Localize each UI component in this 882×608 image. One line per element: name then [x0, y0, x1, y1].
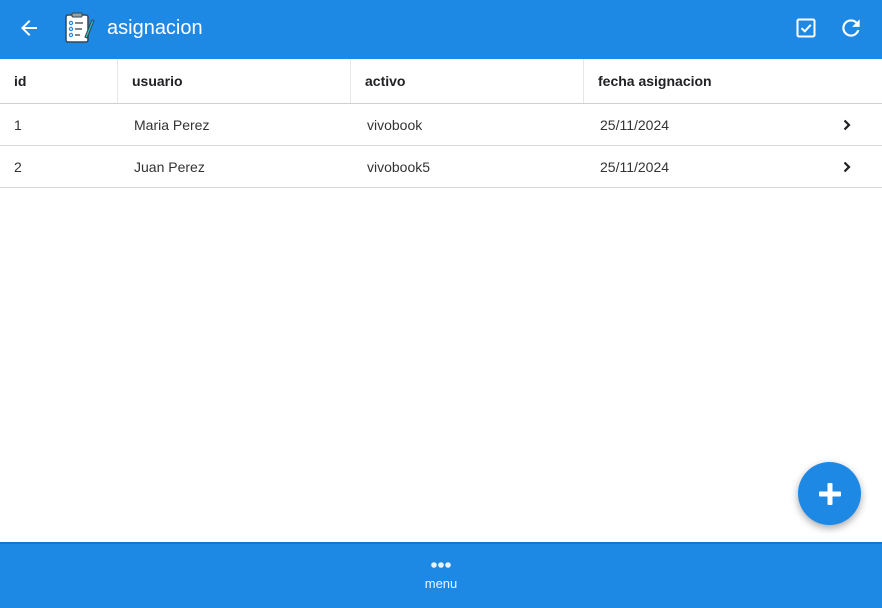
select-mode-button[interactable]	[790, 12, 822, 44]
cell-activo: vivobook	[367, 117, 423, 133]
arrow-left-icon	[21, 20, 37, 36]
cell-fecha: 25/11/2024	[600, 117, 670, 133]
page-title: asignacion	[107, 17, 203, 39]
table-header: id usuario activo fecha asignacion	[0, 59, 882, 104]
chevron-right-icon[interactable]	[840, 104, 854, 146]
refresh-button[interactable]	[835, 12, 867, 44]
table-row[interactable]: 2 Juan Perez vivobook5 25/11/2024	[0, 146, 882, 188]
chevron-right-icon[interactable]	[840, 146, 854, 188]
back-button[interactable]	[13, 12, 45, 44]
cell-fecha: 25/11/2024	[600, 159, 670, 175]
column-header-id[interactable]: id	[0, 59, 118, 103]
more-dots-icon	[431, 562, 451, 568]
column-header-fecha-asignacion[interactable]: fecha asignacion	[584, 59, 882, 103]
cell-usuario: Maria Perez	[134, 117, 210, 133]
menu-label: menu	[424, 576, 458, 591]
column-header-usuario[interactable]: usuario	[118, 59, 351, 103]
refresh-icon	[842, 19, 860, 37]
checkbox-icon	[796, 18, 816, 38]
add-assignment-button[interactable]	[798, 462, 861, 525]
cell-id: 2	[14, 159, 22, 175]
app-bar: asignacion	[0, 0, 882, 59]
plus-icon	[818, 482, 841, 505]
clipboard-checklist-icon	[63, 12, 95, 44]
cell-id: 1	[14, 117, 22, 133]
cell-activo: vivobook5	[367, 159, 431, 175]
assignment-table: id usuario activo fecha asignacion 1 Mar…	[0, 59, 882, 188]
bottom-navigation: menu	[0, 542, 882, 608]
column-header-activo[interactable]: activo	[351, 59, 584, 103]
table-row[interactable]: 1 Maria Perez vivobook 25/11/2024	[0, 104, 882, 146]
menu-button[interactable]: menu	[400, 554, 482, 604]
cell-usuario: Juan Perez	[134, 159, 205, 175]
